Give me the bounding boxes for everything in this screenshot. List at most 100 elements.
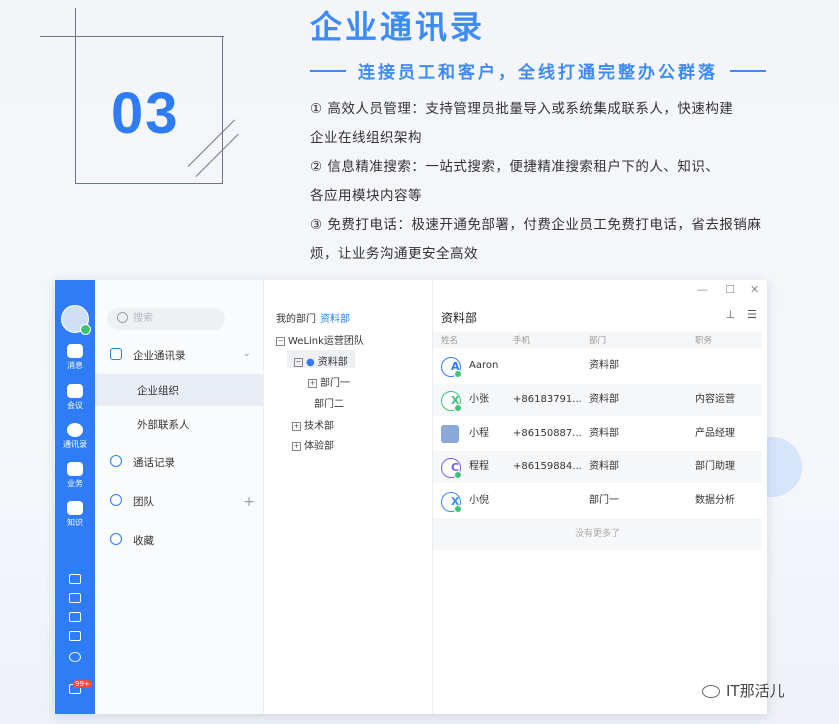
- nav-rail: 消息 会议 通讯录 业务 知识 99+: [55, 280, 95, 714]
- rail-item-messages[interactable]: 消息: [55, 344, 95, 371]
- frame-slash-2: [195, 133, 239, 177]
- contact-avatar: A: [441, 357, 462, 378]
- tree-node-experience[interactable]: + 体验部: [292, 437, 334, 452]
- collapse-icon[interactable]: −: [294, 357, 303, 367]
- nav-label: 外部联系人: [137, 419, 190, 431]
- cell-name: Aaron: [469, 360, 499, 371]
- expand-icon[interactable]: +: [292, 441, 301, 451]
- cell-name: 程程: [469, 461, 489, 472]
- online-status-dot: [454, 404, 462, 412]
- rail-item-meetings[interactable]: 会议: [55, 384, 95, 411]
- table-row[interactable]: X 小张 +86183791... 资料部 内容运营: [433, 384, 762, 416]
- wechat-icon: [702, 685, 720, 698]
- department-title: 资料部: [441, 311, 478, 325]
- subtitle-dash-right: [730, 69, 766, 72]
- column-header-phone: 手机: [513, 336, 531, 346]
- nav-sub-org[interactable]: 企业组织: [95, 374, 263, 406]
- search-input[interactable]: 搜索: [107, 308, 225, 330]
- tree-node-dept-two[interactable]: 部门二: [314, 395, 344, 410]
- tree-label: 技术部: [304, 421, 334, 432]
- desc-line: ① 高效人员管理：支持管理员批量导入或系统集成联系人，快速构建: [310, 101, 734, 117]
- app-window: 消息 会议 通讯录 业务 知识 99+ 搜索 企业通讯录 ⌄ 企业组织 外部联系…: [55, 280, 767, 714]
- rail-item-contacts[interactable]: 通讯录: [55, 423, 95, 450]
- cell-phone: +86183791...: [513, 394, 582, 405]
- tree-node-dept-one[interactable]: + 部门一: [308, 374, 350, 389]
- cell-phone: +86150887...: [513, 428, 582, 439]
- rail-item-knowledge[interactable]: 知识: [55, 501, 95, 528]
- contact-avatar-photo: [441, 425, 459, 443]
- subtitle-dash-left: [310, 69, 346, 72]
- frame-bottom: [75, 183, 223, 184]
- heart-icon: [110, 533, 122, 545]
- search-icon: [117, 311, 128, 323]
- frame-right: [222, 36, 223, 184]
- tree-label: 部门二: [314, 399, 344, 410]
- pen-icon[interactable]: [69, 612, 81, 622]
- org-tree-panel: 我的部门 资料部 − WeLink运营团队 − ● 资料部 + 部门一 部门二 + 技术部 …: [264, 280, 433, 714]
- online-status-dot: [454, 370, 462, 378]
- tree-node-dept-data[interactable]: − ● 资料部: [294, 353, 348, 368]
- collapse-icon[interactable]: −: [276, 336, 285, 346]
- desc-line: 烦，让业务沟通更安全高效: [310, 246, 478, 262]
- tree-label: WeLink运营团队: [288, 336, 364, 347]
- my-department-link[interactable]: 资料部: [320, 314, 350, 325]
- subtitle-text: 连接员工和客户，全线打通完整办公群落: [358, 63, 718, 83]
- subtitle: 连接员工和客户，全线打通完整办公群落: [310, 58, 800, 83]
- table-header: 姓名 手机 部门 职务: [433, 332, 762, 348]
- cube-icon[interactable]: [69, 593, 81, 603]
- cell-name: 小倪: [469, 495, 489, 506]
- rail-label: 业务: [67, 479, 83, 488]
- rail-label: 消息: [67, 361, 83, 370]
- chevron-down-icon[interactable]: ⌄: [243, 348, 251, 359]
- contacts-sidebar: 搜索 企业通讯录 ⌄ 企业组织 外部联系人 通话记录 团队 + 收藏: [95, 280, 264, 714]
- tree-label: 体验部: [304, 441, 334, 452]
- cell-dept: 资料部: [589, 394, 619, 405]
- column-header-role: 职务: [695, 336, 713, 346]
- mail-icon[interactable]: [69, 574, 81, 584]
- rail-item-business[interactable]: 业务: [55, 462, 95, 489]
- tree-label: 部门一: [320, 378, 350, 389]
- online-status-dot: [454, 505, 462, 513]
- close-icon[interactable]: ✕: [750, 283, 759, 296]
- column-header-dept: 部门: [589, 336, 607, 346]
- watermark: IT那活儿: [702, 680, 785, 701]
- screen-icon[interactable]: [69, 631, 81, 641]
- add-team-button[interactable]: +: [243, 494, 255, 510]
- cell-role: 数据分析: [695, 495, 735, 506]
- cell-role: 部门助理: [695, 461, 735, 472]
- table-row[interactable]: X 小倪 部门一 数据分析: [433, 485, 762, 517]
- expand-icon[interactable]: +: [308, 378, 317, 388]
- rail-label: 会议: [67, 401, 83, 410]
- cell-name: 小程: [469, 428, 489, 439]
- department-members-panel: — ☐ ✕ 资料部 ⊥ ☰ 姓名 手机 部门 职务 A Aaron 资料部 X 小…: [433, 280, 767, 714]
- table-row[interactable]: A Aaron 资料部: [433, 350, 762, 382]
- desc-line: 企业在线组织架构: [310, 130, 422, 146]
- cell-name: 小张: [469, 394, 489, 405]
- column-header-name: 姓名: [441, 336, 459, 346]
- frame-vertical-left: [75, 8, 76, 184]
- user-avatar[interactable]: [61, 305, 91, 335]
- desc-line: ② 信息精准搜索：一站式搜索，便捷精准搜索租户下的人、知识、: [310, 159, 720, 175]
- expand-icon[interactable]: +: [292, 421, 301, 431]
- maximize-icon[interactable]: ☐: [725, 283, 735, 296]
- nav-label: 企业通讯录: [133, 350, 186, 362]
- list-view-icon[interactable]: ☰: [747, 308, 757, 321]
- contact-avatar: X: [441, 492, 462, 513]
- table-row[interactable]: C 程程 +86159884... 资料部 部门助理: [433, 451, 762, 483]
- contact-avatar: X: [441, 391, 462, 412]
- my-department-label: 我的部门: [276, 314, 316, 325]
- nav-sub-external[interactable]: 外部联系人: [95, 408, 263, 440]
- org-chart-icon[interactable]: ⊥: [726, 308, 736, 321]
- minimize-icon[interactable]: —: [697, 283, 708, 296]
- tree-node-tech[interactable]: + 技术部: [292, 417, 334, 432]
- phone-icon: [110, 455, 122, 467]
- tree-node-root[interactable]: − WeLink运营团队: [276, 332, 364, 347]
- cell-dept: 部门一: [589, 495, 619, 506]
- rail-label: 知识: [67, 518, 83, 527]
- help-icon[interactable]: [69, 652, 81, 662]
- cell-role: 产品经理: [695, 428, 735, 439]
- table-row[interactable]: 小程 +86150887... 资料部 产品经理: [433, 418, 762, 450]
- team-icon: [110, 494, 122, 506]
- section-number: 03: [111, 81, 180, 146]
- nav-label: 通话记录: [133, 457, 175, 469]
